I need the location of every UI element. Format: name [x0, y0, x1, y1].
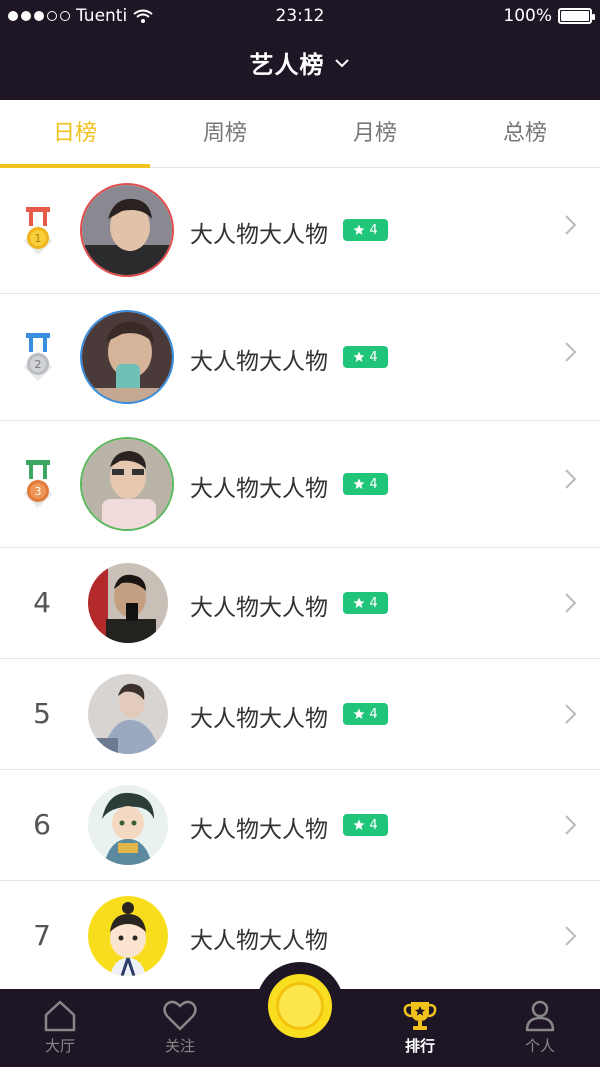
avatar[interactable]	[88, 785, 168, 865]
star-icon	[353, 597, 365, 608]
battery-percent: 100%	[503, 6, 552, 26]
avatar[interactable]	[88, 674, 168, 754]
chevron-down-icon	[334, 58, 349, 67]
nav-ranking[interactable]: 排行	[360, 989, 480, 1067]
artist-name: 大人物大人物	[190, 222, 328, 248]
level-badge: 4	[343, 473, 388, 495]
trophy-icon	[403, 1002, 437, 1030]
tab-weekly[interactable]: 周榜	[150, 100, 300, 167]
level-value: 4	[369, 222, 378, 238]
star-icon	[353, 708, 365, 719]
level-value: 4	[369, 349, 378, 365]
level-badge: 4	[343, 346, 388, 368]
artist-name: 大人物大人物	[190, 706, 328, 732]
level-value: 4	[369, 817, 378, 833]
artist-name: 大人物大人物	[190, 476, 328, 502]
list-item[interactable]: 1 大人物大人物 4	[0, 168, 600, 294]
chevron-right-icon	[565, 215, 577, 235]
star-icon	[353, 478, 365, 489]
status-bar: Tuenti 23:12 100%	[0, 0, 600, 32]
silver-medal-icon: 2	[24, 333, 52, 381]
chevron-right-icon	[565, 342, 577, 362]
tab-daily[interactable]: 日榜	[0, 100, 150, 168]
nav-lobby[interactable]: 大厅	[0, 989, 120, 1067]
tab-monthly[interactable]: 月榜	[300, 100, 450, 167]
battery-group: 100%	[503, 6, 595, 26]
list-item[interactable]: 6 大人物大人物 4	[0, 770, 600, 881]
bronze-medal-icon: 3	[24, 460, 52, 508]
artist-name: 大人物大人物	[190, 928, 328, 954]
center-action-button[interactable]	[262, 968, 338, 1044]
heart-icon	[163, 1000, 197, 1031]
star-icon	[353, 224, 365, 235]
avatar[interactable]	[88, 896, 168, 976]
level-badge: 4	[343, 592, 388, 614]
star-icon	[353, 351, 365, 362]
star-icon	[353, 819, 365, 830]
svg-text:2: 2	[35, 358, 42, 371]
avatar[interactable]	[80, 437, 174, 531]
chevron-right-icon	[565, 815, 577, 835]
person-icon	[525, 1000, 555, 1032]
list-item[interactable]: 4 大人物大人物 4	[0, 548, 600, 659]
artist-name: 大人物大人物	[190, 349, 328, 375]
list-item[interactable]: 5 大人物大人物 4	[0, 659, 600, 770]
home-icon	[44, 1000, 76, 1032]
gold-medal-icon: 1	[24, 207, 52, 255]
rank-number: 6	[33, 808, 51, 841]
level-badge: 4	[343, 814, 388, 836]
svg-text:3: 3	[35, 485, 42, 498]
title-dropdown[interactable]: 艺人榜	[0, 45, 600, 80]
level-value: 4	[369, 706, 378, 722]
artist-name: 大人物大人物	[190, 595, 328, 621]
nav-profile[interactable]: 个人	[480, 989, 600, 1067]
period-tabs: 日榜 周榜 月榜 总榜	[0, 100, 600, 168]
level-value: 4	[369, 476, 378, 492]
chevron-right-icon	[565, 593, 577, 613]
top-header: Tuenti 23:12 100% 艺人榜	[0, 0, 600, 100]
rank-number: 7	[33, 919, 51, 952]
battery-icon	[558, 8, 595, 24]
nav-label: 关注	[164, 1037, 195, 1055]
level-badge: 4	[343, 219, 388, 241]
nav-label: 大厅	[44, 1037, 75, 1055]
nav-label: 排行	[404, 1037, 435, 1055]
svg-text:1: 1	[35, 232, 42, 245]
chevron-right-icon	[565, 704, 577, 724]
level-badge: 4	[343, 703, 388, 725]
chevron-right-icon	[565, 926, 577, 946]
avatar[interactable]	[88, 563, 168, 643]
list-item[interactable]: 3 大人物大人物 4	[0, 421, 600, 548]
tab-total[interactable]: 总榜	[450, 100, 600, 167]
list-item[interactable]: 2 大人物大人物 4	[0, 294, 600, 421]
ranking-list: 1 大人物大人物 4 2 大人物大人物 4 3 大人物大人物 4 4 大人物大人…	[0, 168, 600, 992]
chevron-right-icon	[565, 469, 577, 489]
avatar[interactable]	[80, 310, 174, 404]
avatar[interactable]	[80, 183, 174, 277]
page-title: 艺人榜	[249, 51, 325, 79]
rank-number: 5	[33, 697, 51, 730]
nav-label: 个人	[524, 1037, 555, 1055]
artist-name: 大人物大人物	[190, 817, 328, 843]
nav-follow[interactable]: 关注	[120, 989, 240, 1067]
level-value: 4	[369, 595, 378, 611]
rank-number: 4	[33, 586, 51, 619]
coin-icon	[276, 982, 324, 1030]
